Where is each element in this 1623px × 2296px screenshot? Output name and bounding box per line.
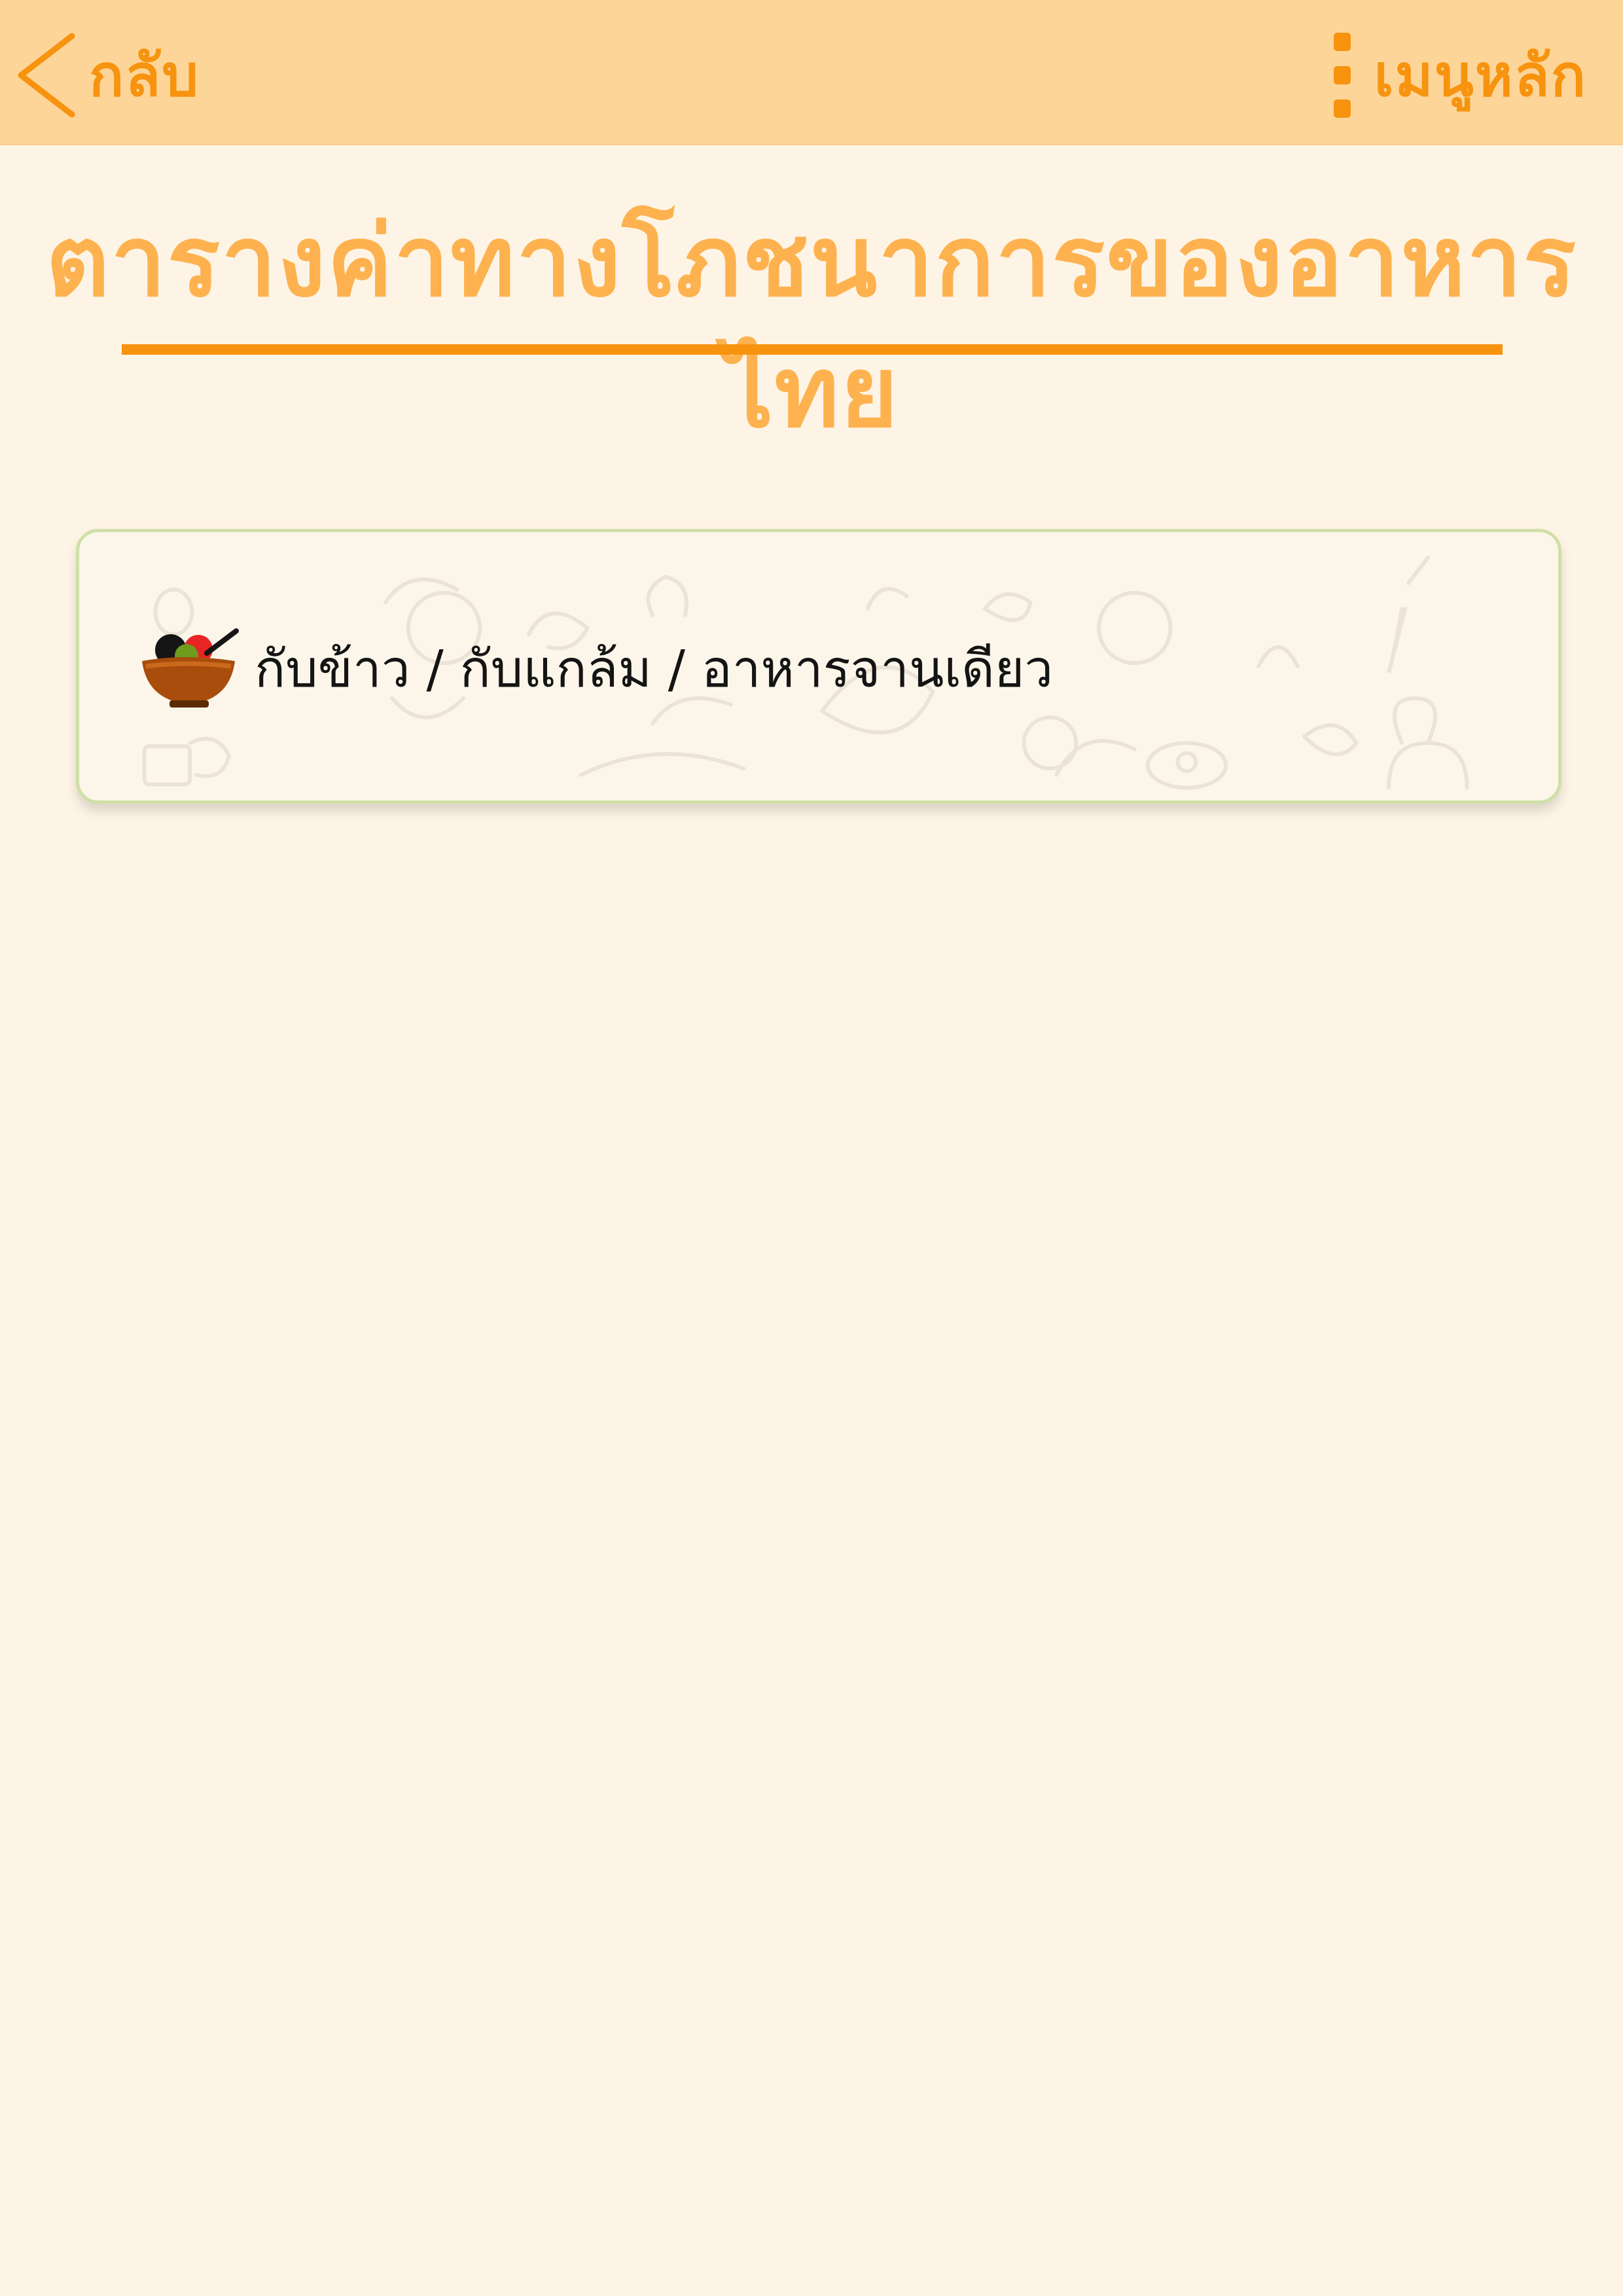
back-button[interactable]: กลับ xyxy=(7,26,200,124)
main-menu-label: เมนูหลัก xyxy=(1374,42,1587,109)
category-label: กับข้าว / กับแกล้ม / อาหารจานเดียว xyxy=(255,640,1054,699)
more-vertical-icon xyxy=(1333,33,1352,118)
top-bar: กลับ เมนูหลัก xyxy=(0,0,1623,144)
page: กลับ เมนูหลัก ตารางค่าทางโภชนาการของอาหา… xyxy=(0,0,1623,2296)
main-menu-button[interactable]: เมนูหลัก xyxy=(1333,26,1587,124)
back-label: กลับ xyxy=(89,42,200,109)
title-underline xyxy=(122,344,1503,355)
chevron-left-icon xyxy=(18,33,75,118)
category-card-main-dishes[interactable]: กับข้าว / กับแกล้ม / อาหารจานเดียว xyxy=(76,529,1561,804)
food-bowl-icon xyxy=(142,628,239,708)
page-title: ตารางค่าทางโภชนาการของอาหารไทย xyxy=(45,205,1578,450)
